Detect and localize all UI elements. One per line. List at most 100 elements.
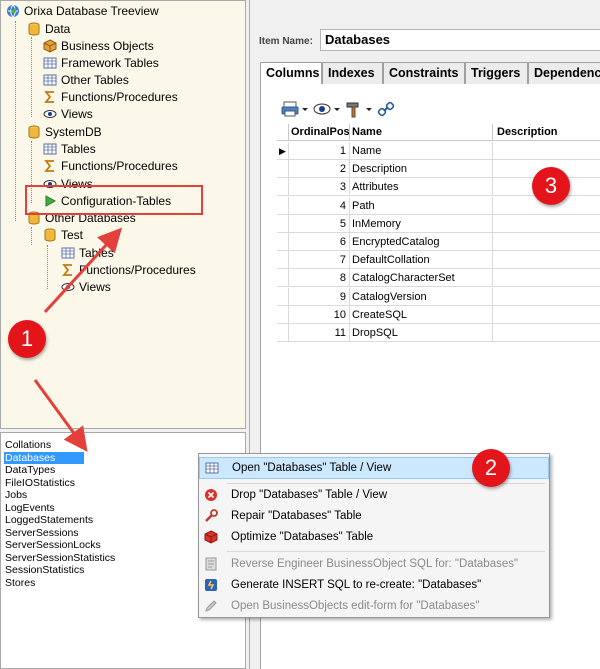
list-item[interactable]: Stores [5,577,39,590]
grid-cell-description[interactable] [493,215,600,233]
list-item[interactable]: ServerSessions [5,527,83,540]
grid-cell-name[interactable]: Attributes [350,178,493,197]
grid-row-indicator[interactable] [277,233,289,251]
grid-cell-ordinalpos[interactable]: 1 [289,142,350,160]
tree-root[interactable]: Orixa Database Treeview [6,3,159,20]
tree-node-functions-procedures[interactable]: Functions/Procedures [43,158,178,175]
table-icon [43,57,57,69]
grid-row-indicator[interactable] [277,196,289,215]
grid-cell-ordinalpos[interactable]: 10 [289,305,350,324]
grid-row-indicator[interactable]: ▶ [277,142,289,160]
grid-row-indicator[interactable] [277,269,289,288]
grid-row-indicator[interactable] [277,160,289,179]
tree-node-data[interactable]: Data [27,21,70,38]
tab-indexes[interactable]: Indexes [322,62,383,84]
grid-cell-name[interactable]: EncryptedCatalog [350,233,493,251]
grid-cell-name[interactable]: Path [350,196,493,215]
list-item-selected[interactable]: Databases [4,451,84,464]
grid-cell-description[interactable] [493,233,600,251]
grid-cell-ordinalpos[interactable]: 11 [289,324,350,342]
list-item[interactable]: LogEvents [5,502,59,515]
grid-header-name[interactable]: Name [350,124,493,141]
grid-cell-name[interactable]: DefaultCollation [350,251,493,270]
tree-node-other-tables[interactable]: Other Tables [43,72,129,89]
grid-cell-description[interactable] [493,251,600,270]
tab-constraints[interactable]: Constraints [383,62,465,84]
grid-row-indicator[interactable] [277,178,289,197]
menu-optimize-table[interactable]: Optimize "Databases" Table [199,527,549,547]
tree-node-business-objects[interactable]: Business Objects [43,38,154,55]
menu-item-label: Optimize "Databases" Table [231,531,374,543]
grid-cell-description[interactable] [493,306,600,324]
tree-node-functions-procedures[interactable]: Functions/Procedures [61,262,196,279]
annotation-badge-1: 1 [8,320,46,358]
grid-row-indicator[interactable] [277,214,289,233]
tree-node-views[interactable]: Views [43,106,93,123]
grid-row-indicator[interactable] [277,251,289,270]
chevron-down-icon[interactable] [301,100,309,118]
table-icon [43,74,57,86]
grid-cell-description[interactable] [493,288,600,306]
grid-cell-ordinalpos[interactable]: 7 [289,251,350,270]
tree-node-framework-tables[interactable]: Framework Tables [43,55,159,72]
table-icon [205,462,219,474]
grid-cell-ordinalpos[interactable]: 5 [289,214,350,233]
grid-cell-name[interactable]: CatalogVersion [350,287,493,306]
tab-triggers[interactable]: Triggers [465,62,528,84]
grid-header-ordinalpos[interactable]: OrdinalPos [289,124,350,141]
list-item[interactable]: ServerSessionStatistics [5,552,119,565]
menu-repair-table[interactable]: Repair "Databases" Table [199,506,549,526]
tree-node-label: Framework Tables [61,56,159,70]
tree-node-views[interactable]: Views [61,279,111,296]
list-item[interactable]: DataTypes [5,464,59,477]
tree-node-test[interactable]: Test [43,227,83,244]
grid-cell-ordinalpos[interactable]: 9 [289,287,350,306]
grid-cell-name[interactable]: CreateSQL [350,305,493,324]
grid-cell-name[interactable]: Name [350,142,493,160]
grid-cell-description[interactable] [493,269,600,288]
print-icon[interactable] [281,100,299,118]
grid-cell-ordinalpos[interactable]: 4 [289,196,350,215]
list-item[interactable]: SessionStatistics [5,564,88,577]
menu-reverse-engineer[interactable]: Reverse Engineer BusinessObject SQL for:… [199,554,549,574]
grid-cell-description[interactable] [493,324,600,342]
grid-row-indicator[interactable] [277,305,289,324]
optimize-icon [204,530,218,544]
chevron-down-icon[interactable] [333,100,341,118]
list-item[interactable]: Jobs [5,489,31,502]
item-name-field[interactable]: Databases [320,29,600,51]
tree-node-tables[interactable]: Tables [61,245,114,262]
list-item[interactable]: LoggedStatements [5,514,97,527]
list-item[interactable]: ServerSessionLocks [5,539,105,552]
grid-row-indicator[interactable] [277,287,289,306]
hammer-icon[interactable] [345,100,363,118]
grid-cell-ordinalpos[interactable]: 2 [289,160,350,179]
table-icon [43,143,57,155]
grid-cell-name[interactable]: InMemory [350,214,493,233]
tab-columns[interactable]: Columns [260,62,322,85]
menu-drop-table[interactable]: Drop "Databases" Table / View [199,485,549,505]
menu-generate-insert-sql[interactable]: Generate INSERT SQL to re-create: "Datab… [199,575,549,595]
edit-form-icon [205,600,217,612]
tree-node-functions-procedures[interactable]: Functions/Procedures [43,89,178,106]
link-icon[interactable] [377,100,395,118]
eye-icon[interactable] [313,100,331,118]
list-item[interactable]: FileIOStatistics [5,477,79,490]
grid-row-indicator[interactable] [277,324,289,342]
tree-node-tables[interactable]: Tables [43,141,96,158]
grid-cell-name[interactable]: Description [350,160,493,179]
grid-cell-ordinalpos[interactable]: 8 [289,269,350,288]
menu-open-edit-form[interactable]: Open BusinessObjects edit-form for "Data… [199,596,549,616]
tab-dependencies[interactable]: Dependencies [528,62,600,84]
grid-cell-description[interactable] [493,142,600,160]
grid-header-description[interactable]: Description [493,124,600,141]
chevron-down-icon[interactable] [365,100,373,118]
sigma-icon [44,160,54,172]
list-item[interactable]: Collations [5,439,55,452]
tree-node-systemdb[interactable]: SystemDB [27,124,102,141]
grid-cell-name[interactable]: DropSQL [350,324,493,342]
grid-cell-ordinalpos[interactable]: 3 [289,178,350,197]
grid-cell-name[interactable]: CatalogCharacterSet [350,269,493,288]
grid-cell-ordinalpos[interactable]: 6 [289,233,350,251]
columns-grid[interactable]: OrdinalPos Name Description ▶ 1 Name 2 Descr… [277,124,600,344]
